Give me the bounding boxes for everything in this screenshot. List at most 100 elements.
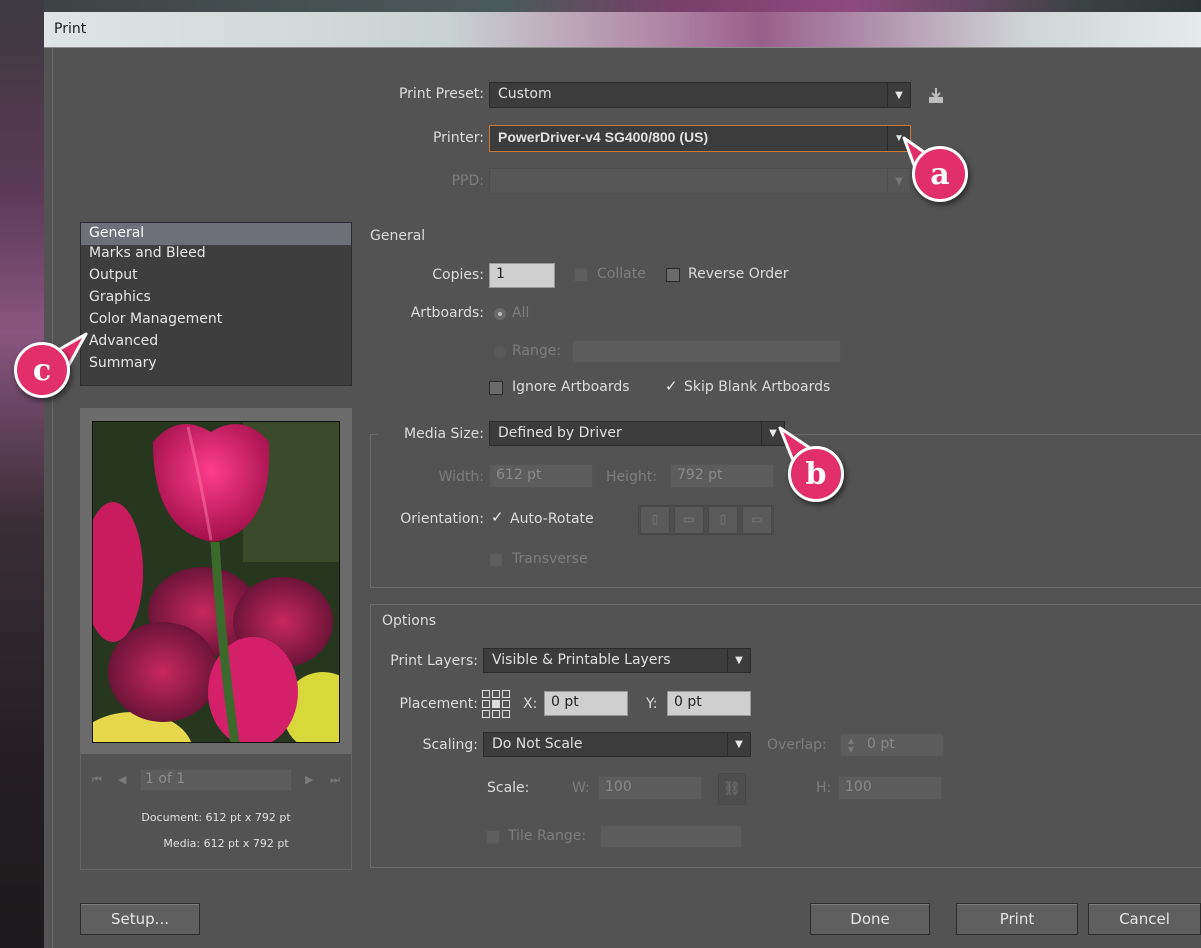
cancel-button[interactable]: Cancel [1088, 903, 1201, 935]
transverse-label: Transverse [512, 551, 588, 567]
sidebar-item-general[interactable]: General [81, 223, 351, 245]
scaling-label: Scaling: [422, 737, 478, 753]
width-input[interactable]: 612 pt [489, 464, 593, 488]
print-layers-value: Visible & Printable Layers [492, 652, 671, 668]
placement-label: Placement: [399, 696, 478, 712]
tile-range-checkbox[interactable] [486, 830, 500, 844]
print-preview-image [92, 421, 340, 743]
window-title: Print [54, 21, 87, 37]
ppd-dropdown[interactable]: ▼ [489, 168, 911, 194]
media-size-dropdown[interactable]: Defined by Driver ▼ [489, 421, 785, 446]
tile-range-label: Tile Range: [508, 828, 587, 844]
orientation-label: Orientation: [400, 511, 484, 527]
y-label: Y: [646, 696, 658, 712]
scaling-value: Do Not Scale [492, 736, 583, 752]
desktop-background [0, 0, 44, 948]
printer-dropdown[interactable]: PowerDriver-v4 SG400/800 (US) ▼ [489, 125, 911, 152]
placement-grid-icon[interactable] [482, 690, 510, 718]
height-input[interactable]: 792 pt [670, 464, 774, 488]
callout-b-badge: b [788, 446, 844, 502]
portrait-flipped-icon[interactable]: ▯ [708, 506, 738, 534]
print-button[interactable]: Print [956, 903, 1078, 935]
print-preset-value: Custom [498, 86, 552, 102]
scale-height-input[interactable]: 100 [838, 776, 942, 800]
options-heading: Options [378, 613, 441, 629]
transverse-checkbox[interactable] [489, 553, 503, 567]
callout-a: a [898, 132, 988, 217]
media-size-info: Media: 612 pt x 792 pt [163, 837, 289, 850]
artboards-label: Artboards: [410, 305, 484, 321]
desktop-background-top [44, 0, 1201, 12]
callout-a-badge: a [912, 146, 968, 202]
general-heading: General [370, 228, 426, 244]
all-label: All [512, 305, 530, 321]
sidebar-item-color-management[interactable]: Color Management [81, 311, 351, 333]
chevron-down-icon: ▼ [887, 83, 910, 107]
reverse-order-label: Reverse Order [688, 266, 789, 282]
save-preset-icon[interactable] [926, 86, 946, 106]
sidebar-item-graphics[interactable]: Graphics [81, 289, 351, 311]
y-input[interactable]: 0 pt [667, 691, 751, 716]
orientation-buttons: ▯ ▭ ▯ ▭ [638, 505, 774, 535]
callout-c-badge: c [14, 342, 70, 398]
all-radio[interactable] [494, 308, 506, 320]
ignore-artboards-checkbox[interactable] [489, 381, 503, 395]
range-label: Range: [512, 343, 562, 359]
checkmark-icon[interactable]: ✓ [665, 377, 678, 395]
prev-page-icon[interactable]: ◀ [118, 773, 130, 787]
sidebar-item-output[interactable]: Output [81, 267, 351, 289]
print-preset-dropdown[interactable]: Custom ▼ [489, 82, 911, 108]
scale-label: Scale: [487, 780, 530, 796]
next-page-icon[interactable]: ▶ [305, 773, 317, 787]
media-size-label: Media Size: [404, 426, 484, 442]
tile-range-input[interactable] [600, 825, 742, 848]
chevron-down-icon: ▼ [727, 733, 750, 756]
title-bar[interactable]: Print [44, 12, 1201, 48]
category-list: General Marks and Bleed Output Graphics … [80, 222, 352, 386]
sidebar-item-summary[interactable]: Summary [81, 355, 351, 377]
copies-input[interactable]: 1 [489, 263, 555, 288]
collate-checkbox[interactable] [574, 268, 588, 282]
range-radio[interactable] [494, 346, 506, 358]
h-label: H: [816, 780, 832, 796]
print-layers-label: Print Layers: [390, 653, 478, 669]
ppd-label: PPD: [451, 173, 484, 189]
printer-label: Printer: [432, 130, 484, 146]
done-button[interactable]: Done [810, 903, 930, 935]
ignore-artboards-label: Ignore Artboards [512, 379, 630, 395]
print-layers-dropdown[interactable]: Visible & Printable Layers ▼ [483, 648, 751, 673]
printer-value: PowerDriver-v4 SG400/800 (US) [498, 129, 709, 145]
media-size-value: Defined by Driver [498, 425, 622, 441]
skip-blank-label: Skip Blank Artboards [684, 379, 831, 395]
checkmark-icon[interactable]: ✓ [491, 508, 504, 526]
reverse-order-checkbox[interactable] [666, 268, 680, 282]
sidebar-item-advanced[interactable]: Advanced [81, 333, 351, 355]
stepper-icon[interactable]: ▲ ▼ [843, 736, 859, 754]
print-preset-label: Print Preset: [398, 86, 484, 102]
x-label: X: [523, 696, 538, 712]
x-input[interactable]: 0 pt [544, 691, 628, 716]
landscape-icon[interactable]: ▭ [674, 506, 704, 534]
overlap-label: Overlap: [767, 737, 827, 753]
sidebar-item-marks-and-bleed[interactable]: Marks and Bleed [81, 245, 351, 267]
range-input[interactable] [572, 340, 841, 363]
landscape-flipped-icon[interactable]: ▭ [742, 506, 772, 534]
document-size-info: Document: 612 pt x 792 pt [141, 811, 291, 824]
portrait-icon[interactable]: ▯ [640, 506, 670, 534]
chevron-down-icon: ▼ [727, 649, 750, 672]
last-page-icon[interactable]: ⏭ [330, 773, 342, 787]
auto-rotate-label: Auto-Rotate [510, 511, 594, 527]
height-label: Height: [606, 469, 657, 485]
width-label: Width: [438, 469, 484, 485]
first-page-icon[interactable]: ⏮ [92, 773, 104, 787]
callout-c: c [4, 330, 90, 410]
link-icon[interactable]: ⛓ [718, 773, 746, 805]
scaling-dropdown[interactable]: Do Not Scale ▼ [483, 732, 751, 757]
callout-b: b [776, 422, 866, 512]
setup-button[interactable]: Setup... [80, 903, 200, 935]
w-label: W: [572, 780, 590, 796]
collate-label: Collate [597, 266, 646, 282]
scale-width-input[interactable]: 100 [598, 776, 702, 800]
copies-label: Copies: [432, 267, 484, 283]
page-field[interactable]: 1 of 1 [140, 769, 292, 791]
